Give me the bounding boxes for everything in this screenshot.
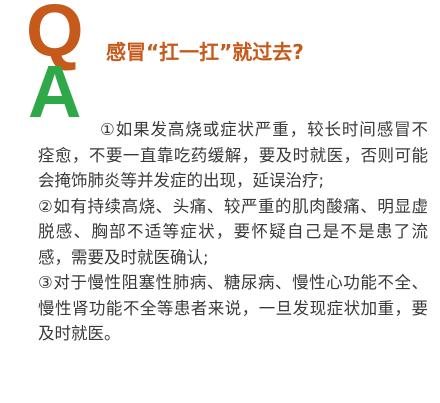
- answer-item-2: ②如有持续高烧、头痛、较严重的肌肉酸痛、明显虚脱感、胸部不适等症状，要怀疑自己是…: [38, 196, 428, 267]
- answer-item-3: ③对于慢性阻塞性肺病、糖尿病、慢性心功能不全、慢性肾功能不全等患者来说，一旦发现…: [38, 273, 428, 343]
- answer-body: ①如果发高烧或症状严重，较长时间感冒不痊愈，不要一直靠吃药缓解，要及时就医，否则…: [38, 117, 428, 347]
- answer-item-1: ①如果发高烧或症状严重，较长时间感冒不痊愈，不要一直靠吃药缓解，要及时就医，否则…: [38, 120, 428, 190]
- question-title: 感冒“扛一扛”就过去?: [106, 40, 304, 64]
